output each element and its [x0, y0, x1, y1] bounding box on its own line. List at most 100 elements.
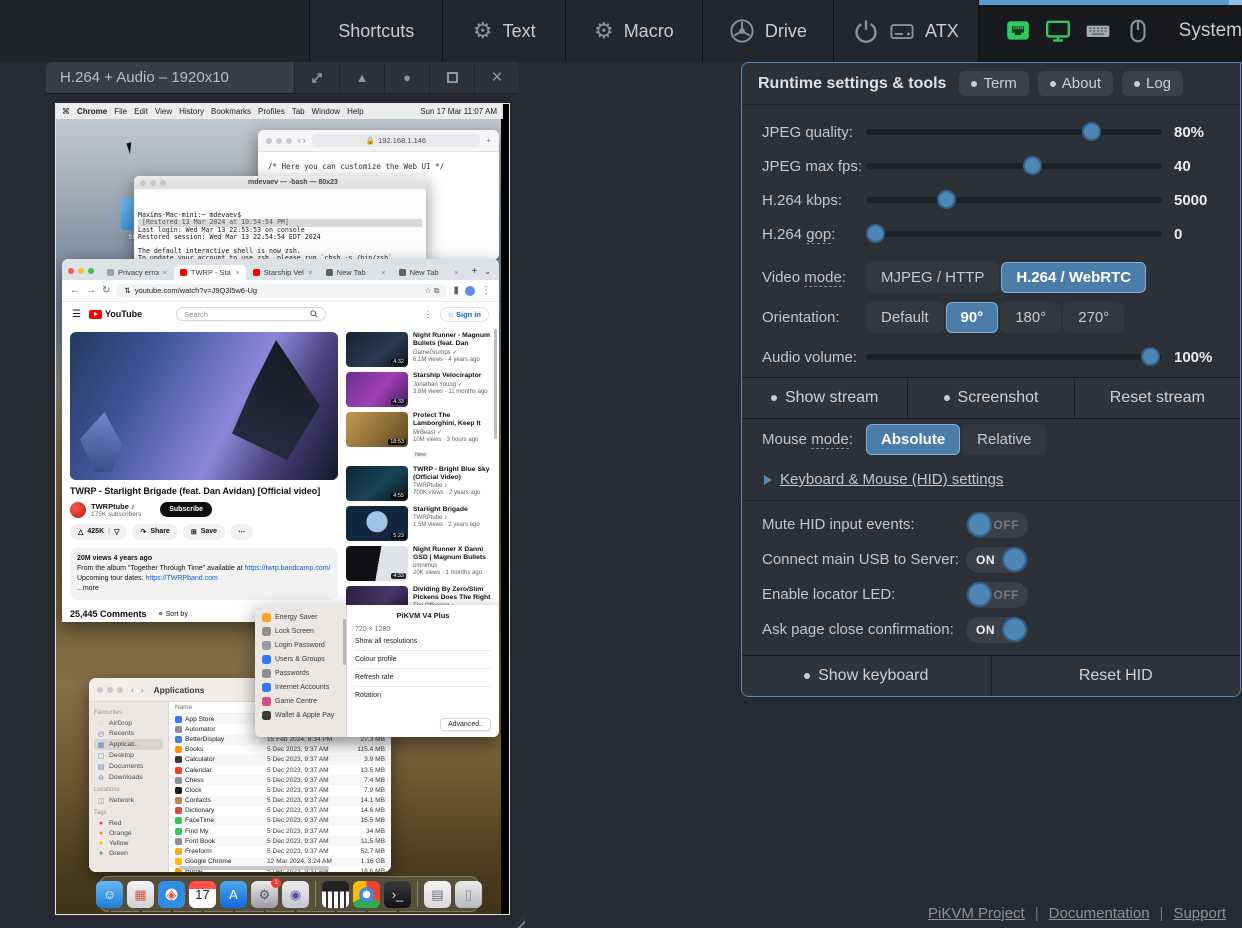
mode-hint: mode — [811, 431, 849, 449]
suggested-title: Dividing By Zero/Slim Pickens Does The R… — [413, 586, 491, 602]
nav-item-atx[interactable]: ATX — [834, 0, 979, 62]
more-button: ⋯ — [230, 524, 253, 540]
file-size: 27.3 MB — [345, 736, 385, 743]
connect-usb-toggle[interactable]: ON — [966, 547, 1028, 573]
forward-icon: → — [86, 285, 96, 296]
screenshot-button[interactable]: Screenshot — [908, 378, 1074, 418]
pikvm-project-link[interactable]: PiKVM Project — [928, 905, 1025, 922]
slider-knob[interactable] — [1141, 347, 1160, 366]
slider-knob[interactable] — [866, 224, 885, 243]
stream-dot-button[interactable]: ● — [384, 62, 429, 93]
sidebar-item[interactable]: ▦Applicati.. — [94, 739, 163, 750]
tab-title: New Tab — [337, 268, 378, 277]
audio-volume-slider[interactable] — [866, 354, 1162, 360]
window-resize-handle[interactable] — [511, 916, 525, 928]
nav-item-shortcuts[interactable]: Shortcuts — [310, 0, 444, 62]
tab-title: Privacy error — [118, 268, 159, 277]
hid-settings-row: Keyboard & Mouse (HID) settings — [742, 459, 1240, 500]
sidebar-item[interactable]: ●Green — [94, 848, 163, 858]
sidebar-item[interactable]: ▢Desktop — [94, 750, 163, 761]
video-thumbnail: 4:32 — [346, 332, 408, 367]
suggested-title: Protect The Lamborghini, Keep It — [413, 412, 491, 428]
suggested-video: 5:23 Starlight Brigade TWRPtube ♪ 1.5M v… — [346, 506, 491, 541]
video-thumbnail: 18:53 — [346, 412, 408, 447]
scrollbar[interactable] — [494, 329, 497, 439]
h264-kbps-value: 5000 — [1162, 192, 1224, 209]
audio-volume-value: 100% — [1162, 349, 1224, 366]
video-mode-mjpeg-button[interactable]: MJPEG / HTTP — [866, 262, 999, 293]
sidebar-item-icon: ● — [97, 830, 105, 837]
stream-fullscreen-button[interactable] — [429, 62, 474, 93]
stream-expand-button[interactable] — [294, 62, 339, 93]
finder-row: Dictionary 5 Dec 2023, 9:37 AM 14.6 MB — [169, 806, 391, 816]
app-name: Dictionary — [185, 807, 214, 814]
macos-menu-item: Window — [312, 107, 340, 116]
mouse-relative-button[interactable]: Relative — [962, 424, 1046, 455]
nav-item-label: ATX — [925, 21, 959, 42]
nav-item-system[interactable]: System — [1179, 20, 1242, 42]
support-link[interactable]: Support — [1173, 905, 1226, 922]
sidebar-item[interactable]: ◫Network — [94, 795, 163, 806]
advanced-button: Advanced.. — [440, 718, 491, 731]
log-button[interactable]: Log — [1122, 71, 1183, 96]
settings-row: Colour profile — [355, 651, 491, 669]
video-thumbnail: 4:33 — [346, 372, 408, 407]
running-indicator-dot — [170, 910, 173, 913]
about-button[interactable]: About — [1038, 71, 1113, 96]
nav-item-text[interactable]: ⚙ Text — [443, 0, 566, 62]
sidebar-item[interactable]: ⊖Downloads — [94, 772, 163, 783]
mouse-absolute-button[interactable]: Absolute — [866, 424, 960, 455]
slider-knob[interactable] — [1023, 156, 1042, 175]
horizontal-scrollbar[interactable] — [179, 866, 329, 870]
app-icon — [175, 767, 182, 774]
orientation-180-button[interactable]: 180° — [1000, 302, 1061, 333]
channel-row: TWRPtube ♪ 175K subscribers Subscribe — [70, 502, 338, 518]
orientation-default-button[interactable]: Default — [866, 302, 944, 333]
h264-kbps-slider[interactable] — [866, 197, 1162, 203]
date-modified: 5 Dec 2023, 9:37 AM — [267, 767, 345, 774]
reset-stream-button[interactable]: Reset stream — [1075, 378, 1240, 418]
hid-settings-link[interactable]: Keyboard & Mouse (HID) settings — [780, 471, 1003, 488]
show-keyboard-button[interactable]: Show keyboard — [742, 656, 992, 696]
stream-close-button[interactable]: × — [474, 62, 519, 93]
date-modified: 5 Dec 2023, 9:37 AM — [267, 797, 345, 804]
system-settings-window: Energy Saver Lock Screen Login Password … — [255, 605, 499, 737]
nav-item-macro[interactable]: ⚙ Macro — [566, 0, 703, 62]
sidebar-item[interactable]: ●Red — [94, 818, 163, 828]
sidebar-item[interactable]: ●Yellow — [94, 838, 163, 848]
app-name: BetterDisplay — [185, 736, 224, 743]
h264-gop-slider[interactable] — [866, 231, 1162, 237]
stream-move-up-button[interactable]: ▲ — [339, 62, 384, 93]
jpeg-quality-slider[interactable] — [866, 129, 1162, 135]
slider-knob[interactable] — [1082, 122, 1101, 141]
documentation-link[interactable]: Documentation — [1049, 905, 1150, 922]
video-mode-row: Video mode: MJPEG / HTTP H.264 / WebRTC — [742, 257, 1240, 297]
sidebar-item[interactable]: ◴Recents — [94, 728, 163, 739]
orientation-90-button[interactable]: 90° — [946, 302, 999, 333]
toggle-knob — [967, 582, 992, 607]
close-confirmation-toggle[interactable]: ON — [966, 617, 1028, 643]
mute-hid-toggle[interactable]: OFF — [966, 512, 1028, 538]
sidebar-item[interactable]: ◌AirDrop — [94, 718, 163, 728]
stream-window-header[interactable]: H.264 + Audio – 1920x10 ▲ ● × — [46, 62, 519, 94]
macos-menu-item: Profiles — [258, 107, 285, 116]
remote-screen-surface[interactable]: ⌘ChromeFileEditViewHistoryBookmarksProfi… — [55, 103, 510, 915]
sidebar-item[interactable]: ●Orange — [94, 828, 163, 838]
audio-volume-label: Audio volume: — [762, 349, 866, 366]
close-icon: × — [491, 67, 502, 89]
orientation-270-button[interactable]: 270° — [1063, 302, 1124, 333]
jpeg-quality-label: JPEG quality: — [762, 124, 866, 141]
locator-led-toggle[interactable]: OFF — [966, 582, 1028, 608]
app-name: App Store — [185, 716, 214, 723]
traffic-lights — [140, 180, 166, 186]
term-button[interactable]: Term — [959, 71, 1028, 96]
slider-knob[interactable] — [937, 190, 956, 209]
jpeg-fps-slider[interactable] — [866, 163, 1162, 169]
video-mode-h264-button[interactable]: H.264 / WebRTC — [1001, 262, 1146, 293]
connect-usb-label: Connect main USB to Server: — [762, 551, 966, 568]
sidebar-item[interactable]: ▤Documents — [94, 761, 163, 772]
reset-hid-button[interactable]: Reset HID — [992, 656, 1241, 696]
settings-scrollbar[interactable] — [343, 619, 346, 665]
show-stream-button[interactable]: Show stream — [742, 378, 908, 418]
nav-item-drive[interactable]: Drive — [703, 0, 835, 62]
